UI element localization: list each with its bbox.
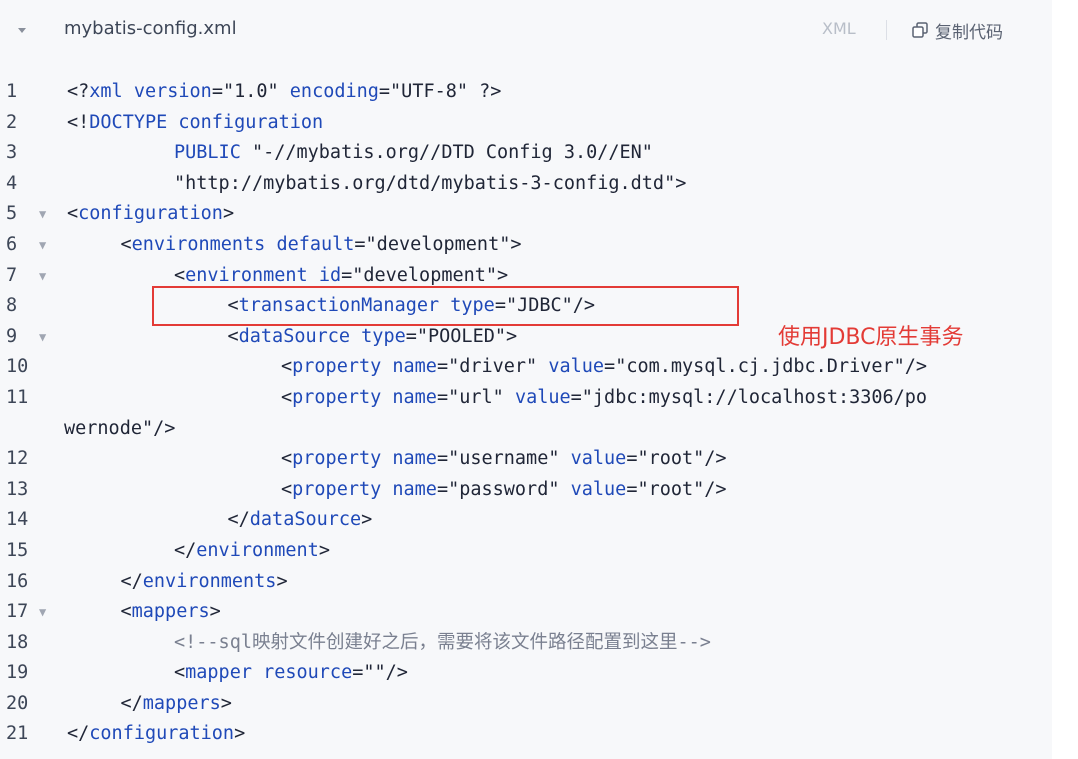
code-text: <property name="url" value="jdbc:mysql:/… <box>281 386 928 408</box>
line-number: 19 <box>6 662 29 684</box>
code-text: </mappers> <box>120 692 232 714</box>
code-text: </dataSource> <box>227 509 373 531</box>
line-number: 13 <box>6 478 29 500</box>
code-text: <property name="password" value="root"/> <box>281 478 727 500</box>
code-line: 20 </mappers> <box>0 689 1052 720</box>
line-number: 1 <box>6 81 18 102</box>
line-number: 3 <box>6 142 18 164</box>
code-text: <property name="username" value="root"/> <box>281 448 727 470</box>
line-number: 6 <box>6 233 18 255</box>
code-text: </configuration> <box>67 723 246 745</box>
line-number: 14 <box>6 509 29 531</box>
line-number: 10 <box>6 356 29 378</box>
code-line: 10 <property name="driver" value="com.mys… <box>0 352 1052 383</box>
code-line: 16 </environments> <box>0 567 1052 598</box>
code-text: </environments> <box>120 570 288 592</box>
line-number: 5 <box>6 203 18 225</box>
code-text: <!DOCTYPE configuration <box>67 111 324 133</box>
code-line: 2 <!DOCTYPE configuration <box>0 108 1052 139</box>
code-line: 5 ▼ <configuration> <box>0 199 1052 230</box>
code-block-panel: mybatis-config.xml XML 复制代码 1 <?xml versi… <box>0 0 1052 759</box>
code-line: 11 <property name="url" value="jdbc:mysql… <box>0 383 1052 414</box>
annotation-label: 使用JDBC原生事务 <box>778 325 964 350</box>
line-number: 20 <box>6 692 29 714</box>
code-line: 18 <!--sql映射文件创建好之后，需要将该文件路径配置到这里--> <box>0 628 1052 659</box>
collapse-triangle-icon[interactable] <box>14 22 30 38</box>
line-number: 15 <box>6 539 29 561</box>
code-text: PUBLIC "-//mybatis.org//DTD Config 3.0//… <box>174 142 653 164</box>
code-text: <configuration> <box>67 203 235 225</box>
code-line: 12 <property name="username" value="root"… <box>0 444 1052 475</box>
fold-toggle-icon[interactable]: ▼ <box>39 199 46 230</box>
code-line: 4 "http://mybatis.org/dtd/mybatis-3-confi… <box>0 169 1052 200</box>
line-number: 12 <box>6 448 29 470</box>
fold-toggle-icon[interactable]: ▼ <box>39 322 46 353</box>
code-text: <mapper resource=""/> <box>174 662 408 684</box>
code-lines: 1 <?xml version="1.0" encoding="UTF-8" ?>… <box>0 77 1052 750</box>
code-text: <?xml version="1.0" encoding="UTF-8" ?> <box>67 81 502 102</box>
language-label: XML <box>822 19 856 38</box>
line-number: 18 <box>6 631 29 653</box>
line-number: 11 <box>6 386 29 408</box>
code-line: 3 PUBLIC "-//mybatis.org//DTD Config 3.0/… <box>0 138 1052 169</box>
code-line: 17 ▼ <mappers> <box>0 597 1052 628</box>
code-line: 14 </dataSource> <box>0 505 1052 536</box>
code-text: </environment> <box>174 539 330 561</box>
code-line: 15 </environment> <box>0 536 1052 567</box>
line-number: 7 <box>6 264 18 286</box>
line-number: 4 <box>6 172 18 194</box>
code-text: "http://mybatis.org/dtd/mybatis-3-config… <box>174 172 687 194</box>
code-text: <dataSource type="POOLED"> <box>227 325 518 347</box>
code-line: 19 <mapper resource=""/> <box>0 658 1052 689</box>
line-number: 16 <box>6 570 29 592</box>
line-number: 21 <box>6 723 29 745</box>
code-text: <environments default="development"> <box>120 233 522 255</box>
code-text: <mappers> <box>120 601 221 623</box>
code-line: wernode"/> <box>0 414 1052 445</box>
code-line: 13 <property name="password" value="root"… <box>0 475 1052 506</box>
code-line: 21 </configuration> <box>0 719 1052 750</box>
fold-toggle-icon[interactable]: ▼ <box>39 261 46 292</box>
header-divider <box>886 20 887 40</box>
code-block-header: mybatis-config.xml XML 复制代码 <box>0 0 1052 60</box>
copy-code-button[interactable]: 复制代码 <box>911 17 1003 43</box>
file-name: mybatis-config.xml <box>64 18 237 39</box>
line-number: 9 <box>6 325 18 347</box>
line-number: 8 <box>6 295 18 317</box>
code-text: <property name="driver" value="com.mysql… <box>281 356 928 378</box>
copy-icon <box>911 21 929 39</box>
copy-code-label: 复制代码 <box>935 22 1003 43</box>
fold-toggle-icon[interactable]: ▼ <box>39 230 46 261</box>
line-number: 2 <box>6 111 18 133</box>
code-text: <!--sql映射文件创建好之后，需要将该文件路径配置到这里--> <box>174 631 711 653</box>
highlight-box <box>152 286 739 326</box>
code-line: 1 <?xml version="1.0" encoding="UTF-8" ?> <box>0 77 1052 108</box>
code-line: 6 ▼ <environments default="development"> <box>0 230 1052 261</box>
line-number: 17 <box>6 601 29 623</box>
fold-toggle-icon[interactable]: ▼ <box>39 597 46 628</box>
code-text: wernode"/> <box>64 417 176 439</box>
